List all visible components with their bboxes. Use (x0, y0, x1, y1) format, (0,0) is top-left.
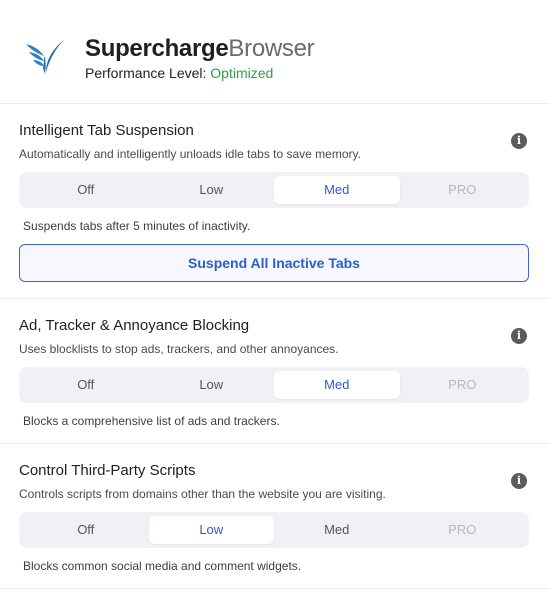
app-header: SuperchargeBrowser Performance Level: Op… (0, 0, 550, 104)
section-tab-suspension: Intelligent Tab Suspension Automatically… (0, 104, 550, 299)
level-selector: Off Low Med PRO (19, 512, 529, 548)
level-selector: Off Low Med PRO (19, 172, 529, 208)
performance-value: Optimized (210, 65, 274, 81)
option-low[interactable]: Low (149, 176, 275, 204)
option-med[interactable]: Med (274, 516, 400, 544)
level-note: Blocks common social media and comment w… (23, 559, 302, 573)
option-med[interactable]: Med (274, 176, 400, 204)
section-third-party-scripts: Control Third-Party Scripts Controls scr… (0, 444, 550, 589)
section-description: Automatically and intelligently unloads … (19, 147, 361, 161)
info-icon[interactable]: i (511, 473, 527, 489)
section-description: Uses blocklists to stop ads, trackers, a… (19, 342, 339, 356)
section-description: Controls scripts from domains other than… (19, 487, 386, 501)
option-med[interactable]: Med (274, 371, 400, 399)
section-ad-blocking: Ad, Tracker & Annoyance Blocking Uses bl… (0, 299, 550, 444)
section-title: Intelligent Tab Suspension (19, 122, 194, 139)
brand-light: Browser (228, 35, 315, 62)
info-icon[interactable]: i (511, 328, 527, 344)
option-off[interactable]: Off (23, 176, 149, 204)
option-low[interactable]: Low (149, 371, 275, 399)
option-pro[interactable]: PRO (400, 371, 526, 399)
performance-level: Performance Level: Optimized (85, 65, 273, 81)
app-title: SuperchargeBrowser (85, 35, 315, 63)
level-note: Suspends tabs after 5 minutes of inactiv… (23, 219, 251, 233)
performance-label: Performance Level: (85, 65, 211, 81)
suspend-all-button[interactable]: Suspend All Inactive Tabs (19, 244, 529, 282)
level-note: Blocks a comprehensive list of ads and t… (23, 414, 280, 428)
info-icon[interactable]: i (511, 133, 527, 149)
option-pro[interactable]: PRO (400, 516, 526, 544)
section-title: Ad, Tracker & Annoyance Blocking (19, 317, 250, 334)
level-selector: Off Low Med PRO (19, 367, 529, 403)
option-off[interactable]: Off (23, 516, 149, 544)
option-low[interactable]: Low (148, 516, 274, 544)
brand-bold: Supercharge (85, 35, 229, 62)
section-title: Control Third-Party Scripts (19, 462, 196, 479)
bird-wings-logo-icon (26, 40, 64, 74)
option-off[interactable]: Off (23, 371, 149, 399)
option-pro[interactable]: PRO (400, 176, 526, 204)
